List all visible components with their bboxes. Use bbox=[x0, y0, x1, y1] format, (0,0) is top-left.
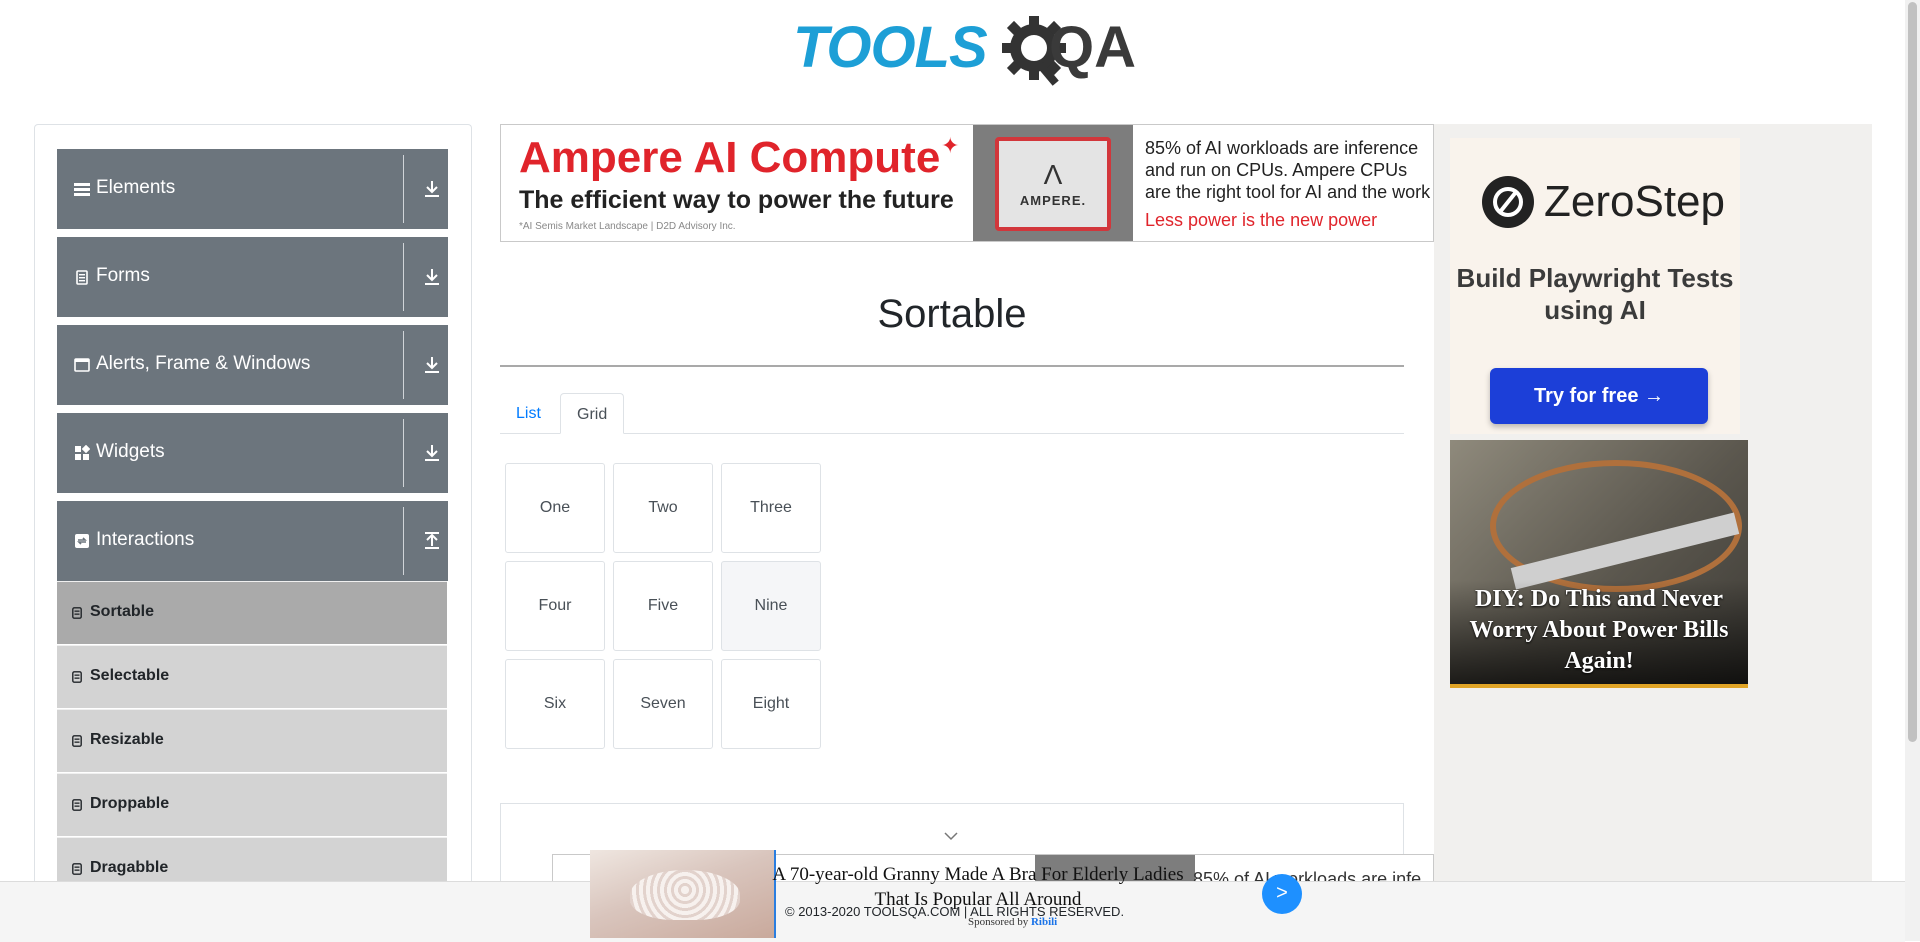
sponsor-brand[interactable]: Ribili bbox=[1031, 916, 1057, 928]
vertical-scrollbar[interactable] bbox=[1905, 0, 1920, 941]
sparkle-icon: ✦ bbox=[941, 133, 960, 158]
ad-body-line: are the right tool for AI and the work bbox=[1145, 182, 1431, 202]
ad-photo bbox=[590, 850, 776, 938]
grid-item[interactable]: One bbox=[505, 463, 605, 553]
sticky-bottom-ad[interactable]: A 70-year-old Granny Made A Bra For Elde… bbox=[590, 850, 1420, 941]
top-banner-ad[interactable]: Ampere AI Compute ✦ The efficient way to… bbox=[500, 124, 1434, 242]
tabs-divider bbox=[500, 433, 1404, 434]
zerostep-tagline: Build Playwright Tests using AI bbox=[1456, 263, 1734, 325]
item-icon bbox=[72, 799, 82, 811]
try-for-free-button[interactable]: Try for free → bbox=[1490, 368, 1708, 424]
grid-item[interactable]: Three bbox=[721, 463, 821, 553]
tab-list[interactable]: List bbox=[500, 393, 557, 434]
scrollbar-thumb[interactable] bbox=[1908, 2, 1917, 742]
grid-item[interactable]: Five bbox=[613, 561, 713, 651]
right-ad-column: ZeroStep Build Playwright Tests using AI… bbox=[1434, 124, 1872, 941]
title-divider bbox=[500, 365, 1404, 367]
interactions-icon bbox=[75, 534, 89, 548]
upload-icon[interactable] bbox=[423, 531, 441, 551]
download-icon[interactable] bbox=[423, 179, 441, 199]
item-icon bbox=[72, 671, 82, 683]
site-header: TOOLS QA bbox=[0, 0, 1905, 100]
window-icon bbox=[74, 358, 90, 372]
sidebar: Elements Forms Alerts, Frame & Windows W… bbox=[34, 124, 472, 942]
divider bbox=[403, 155, 404, 223]
clipboard-icon bbox=[76, 270, 88, 285]
sidebar-item-droppable[interactable]: Droppable bbox=[57, 773, 447, 836]
grid-item[interactable]: Six bbox=[505, 659, 605, 749]
sidebar-group-label: Forms bbox=[96, 265, 150, 286]
sidebar-group-label: Elements bbox=[96, 177, 176, 198]
bars-icon bbox=[74, 183, 90, 196]
grid-item[interactable]: Eight bbox=[721, 659, 821, 749]
page-title: Sortable bbox=[877, 292, 1027, 336]
next-arrow-button[interactable]: > bbox=[1262, 874, 1302, 914]
ad-subline: The efficient way to power the future bbox=[519, 186, 954, 214]
ad-body-line: 85% of AI workloads are inference bbox=[1145, 138, 1419, 158]
grid-item[interactable]: Two bbox=[613, 463, 713, 553]
sidebar-item-label: Selectable bbox=[90, 667, 170, 684]
grid-item[interactable]: Seven bbox=[613, 659, 713, 749]
sidebar-group-label: Interactions bbox=[96, 529, 195, 550]
ad-body-line: and run on CPUs. Ampere CPUs bbox=[1145, 160, 1408, 180]
ad-headline: Ampere AI Compute bbox=[519, 133, 941, 182]
zerostep-ad[interactable]: ZeroStep Build Playwright Tests using AI… bbox=[1450, 138, 1740, 434]
zerostep-mark-icon bbox=[1493, 187, 1523, 217]
ad-photo bbox=[630, 870, 740, 920]
sidebar-group-forms[interactable]: Forms bbox=[57, 237, 448, 317]
sidebar-item-label: Sortable bbox=[90, 603, 155, 620]
sponsor-prefix: Sponsored by bbox=[968, 916, 1029, 928]
sidebar-item-resizable[interactable]: Resizable bbox=[57, 709, 447, 772]
download-icon[interactable] bbox=[423, 443, 441, 463]
sidebar-group-interactions[interactable]: Interactions bbox=[57, 501, 448, 581]
sidebar-item-label: Resizable bbox=[90, 731, 164, 748]
chip-image: Λ AMPERE. bbox=[973, 125, 1133, 241]
download-icon[interactable] bbox=[423, 267, 441, 287]
sidebar-group-widgets[interactable]: Widgets bbox=[57, 413, 448, 493]
item-icon bbox=[72, 607, 82, 619]
logo-suffix: QA bbox=[1049, 15, 1136, 80]
sidebar-item-sortable[interactable]: Sortable bbox=[57, 581, 447, 644]
grid-item[interactable]: Nine bbox=[721, 561, 821, 651]
divider bbox=[403, 507, 404, 575]
ad-body: 85% of AI workloads are inference and ru… bbox=[1145, 137, 1433, 203]
zerostep-logo-icon bbox=[1482, 176, 1534, 228]
sidebar-item-selectable[interactable]: Selectable bbox=[57, 645, 447, 708]
grid-item[interactable]: Four bbox=[505, 561, 605, 651]
download-icon[interactable] bbox=[423, 355, 441, 375]
sidebar-group-elements[interactable]: Elements bbox=[57, 149, 448, 229]
accent-bar bbox=[1450, 684, 1748, 688]
ad-footnote: *AI Semis Market Landscape | D2D Advisor… bbox=[519, 221, 736, 232]
item-icon bbox=[72, 863, 82, 875]
sidebar-group-label: Alerts, Frame & Windows bbox=[96, 353, 311, 374]
toolsqa-logo[interactable]: TOOLS QA bbox=[793, 14, 1136, 90]
sidebar-item-label: Droppable bbox=[90, 795, 170, 812]
logo-text: TOOLS bbox=[793, 15, 988, 80]
ad-tagline: Less power is the new power bbox=[1145, 210, 1378, 230]
diy-headline: DIY: Do This and Never Worry About Power… bbox=[1469, 586, 1729, 674]
item-icon bbox=[72, 735, 82, 747]
widgets-icon bbox=[75, 445, 90, 460]
sticky-ad-headline: A 70-year-old Granny Made A Bra For Elde… bbox=[772, 864, 1184, 910]
divider bbox=[403, 419, 404, 487]
ampere-logo-icon: Λ bbox=[1043, 159, 1063, 190]
sidebar-group-alerts[interactable]: Alerts, Frame & Windows bbox=[57, 325, 448, 405]
tab-grid[interactable]: Grid bbox=[560, 393, 624, 434]
chevron-down-icon[interactable] bbox=[944, 831, 958, 841]
diy-ad[interactable]: DIY: Do This and Never Worry About Power… bbox=[1450, 440, 1748, 688]
chip-brand: AMPERE. bbox=[1019, 193, 1087, 208]
divider bbox=[403, 243, 404, 311]
divider bbox=[403, 331, 404, 399]
sidebar-group-label: Widgets bbox=[96, 441, 165, 462]
zerostep-brand: ZeroStep bbox=[1544, 177, 1725, 226]
sponsor-line: Sponsored by Ribili bbox=[968, 916, 1057, 928]
sidebar-item-label: Dragabble bbox=[90, 859, 169, 876]
